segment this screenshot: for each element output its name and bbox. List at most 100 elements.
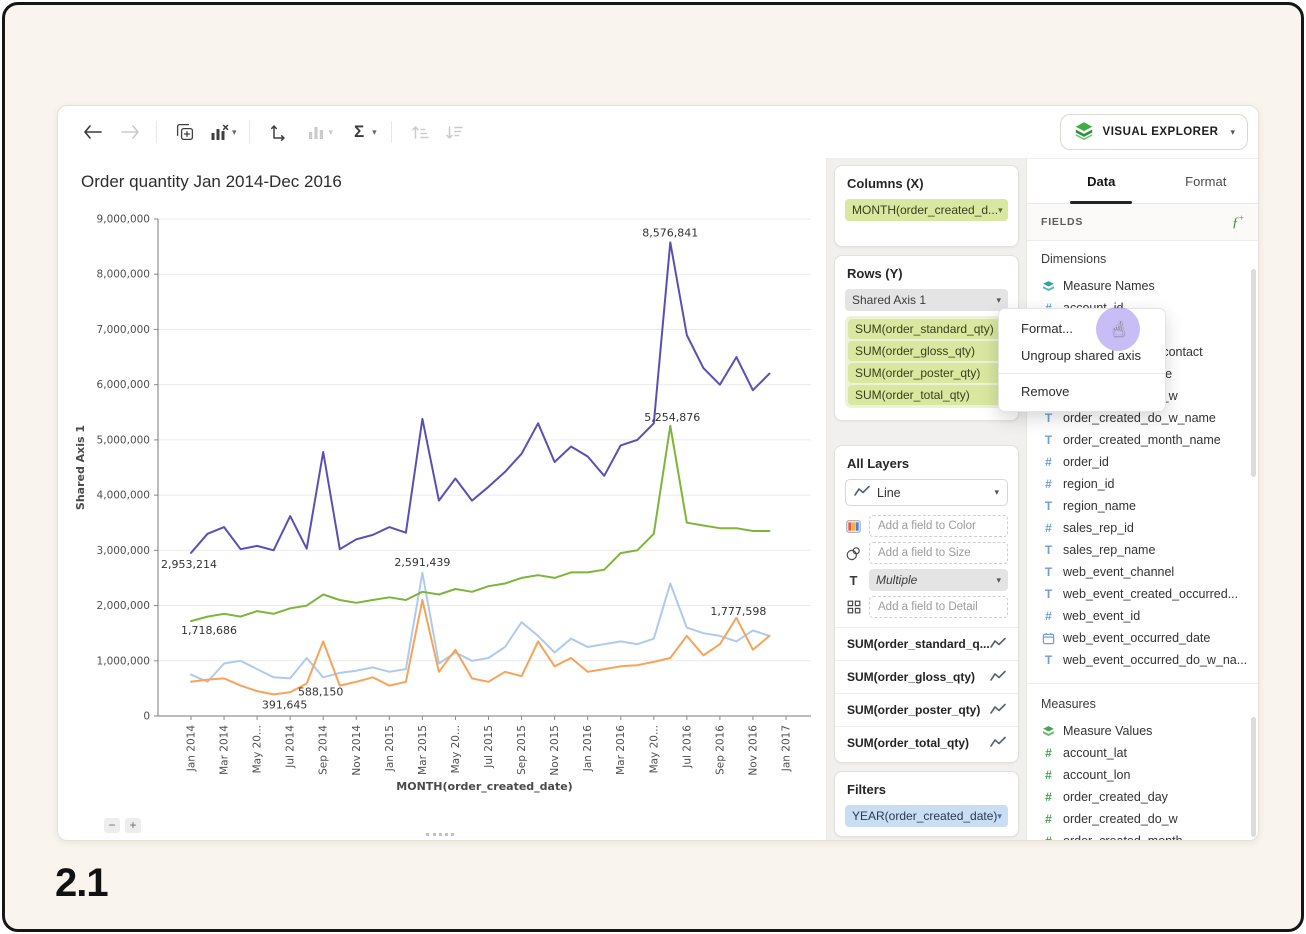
row-field-pill[interactable]: SUM(order_total_qty) — [848, 385, 1005, 405]
rows-shelf: Rows (Y) Shared Axis 1 ▾ SUM(order_stand… — [834, 255, 1019, 421]
chevron-down-icon: ▾ — [1230, 127, 1235, 138]
svg-text:5,254,876: 5,254,876 — [644, 411, 700, 424]
layer-field[interactable]: SUM(order_standard_q... — [835, 627, 1018, 660]
field-item[interactable]: #account_lat — [1027, 742, 1258, 764]
chart-type-icon[interactable] — [304, 120, 328, 144]
chevron-down-icon[interactable]: ▾ — [232, 127, 237, 138]
detail-icon — [845, 600, 862, 614]
menu-item-remove[interactable]: Remove — [999, 378, 1165, 405]
all-layers-title: All Layers — [835, 446, 1018, 479]
chevron-down-icon[interactable]: ▾ — [372, 127, 377, 138]
tab-data[interactable]: Data — [1049, 159, 1154, 203]
svg-text:8,576,841: 8,576,841 — [642, 226, 698, 239]
field-item[interactable]: #web_event_id — [1027, 605, 1258, 627]
svg-text:4,000,000: 4,000,000 — [97, 490, 150, 502]
field-item[interactable]: #account_lon — [1027, 764, 1258, 786]
visual-explorer-window: ▾ ▾ Σ ▾ VISUAL EXPLORER — [57, 105, 1259, 841]
field-item[interactable]: #order_id — [1027, 451, 1258, 473]
field-drop-zone[interactable]: Add a field to Color — [869, 515, 1008, 537]
row-field-pill[interactable]: SUM(order_standard_qty) — [848, 319, 1005, 339]
layer-field[interactable]: SUM(order_poster_qty) — [835, 693, 1018, 726]
field-item[interactable]: Tweb_event_created_occurred... — [1027, 583, 1258, 605]
field-item[interactable]: #order_created_do_w — [1027, 808, 1258, 830]
field-item[interactable]: Tweb_event_channel — [1027, 561, 1258, 583]
visual-explorer-button[interactable]: VISUAL EXPLORER ▾ — [1060, 114, 1248, 150]
text-field-pill[interactable]: Multiple▾ — [869, 569, 1008, 591]
visual-explorer-logo-icon — [1073, 120, 1095, 145]
chevron-down-icon[interactable]: ▾ — [996, 575, 1001, 586]
fields-panel: Data Format FIELDS ƒ+ Dimensions Measure… — [1026, 158, 1258, 840]
clear-visualization-icon[interactable] — [207, 120, 231, 144]
menu-item-ungroup-shared-axis[interactable]: Ungroup shared axis — [999, 342, 1165, 369]
series-SUM(order_standard_qty)[interactable] — [191, 426, 770, 621]
chevron-down-icon[interactable]: ▾ — [329, 127, 334, 138]
back-arrow-icon[interactable] — [80, 120, 104, 144]
sort-descending-icon[interactable] — [442, 120, 466, 144]
drag-handle[interactable] — [426, 833, 454, 836]
menu-item-format[interactable]: Format... — [999, 315, 1165, 342]
svg-text:Sep 2015: Sep 2015 — [516, 725, 528, 775]
menu-separator — [999, 373, 1165, 374]
aggregation-sigma-icon[interactable]: Σ — [347, 120, 371, 144]
sort-ascending-icon[interactable] — [408, 120, 432, 144]
field-item[interactable]: Tsales_rep_name — [1027, 539, 1258, 561]
toolbar-divider — [249, 121, 250, 143]
text-dim-icon: T — [1041, 653, 1056, 667]
toolbar-divider — [391, 121, 392, 143]
chevron-down-icon[interactable]: ▾ — [997, 811, 1002, 822]
field-drop-zone[interactable]: Add a field to Detail — [869, 596, 1008, 618]
svg-text:2,953,214: 2,953,214 — [161, 558, 217, 571]
columns-shelf-title: Columns (X) — [835, 166, 1018, 199]
scrollbar-thumb[interactable] — [1251, 269, 1256, 477]
field-drop-zone[interactable]: Add a field to Size — [869, 542, 1008, 564]
hash-meas-icon: # — [1041, 834, 1056, 840]
row-field-pill[interactable]: SUM(order_poster_qty) — [848, 363, 1005, 383]
chevron-down-icon[interactable]: ▾ — [998, 205, 1003, 216]
text-dim-icon: T — [1041, 499, 1056, 513]
fields-header-bar: FIELDS ƒ+ — [1027, 204, 1258, 241]
calendar-dim-icon — [1041, 632, 1056, 645]
mark-type-select[interactable]: Line ▾ — [845, 479, 1008, 506]
add-calculated-field-icon[interactable]: ƒ+ — [1232, 213, 1244, 232]
svg-text:Mar 2015: Mar 2015 — [417, 725, 429, 775]
scrollbar-thumb[interactable] — [1251, 717, 1256, 837]
columns-field-pill[interactable]: MONTH(order_created_d... ▾ — [845, 199, 1008, 221]
line-chart[interactable]: 01,000,0002,000,0003,000,0004,000,0005,0… — [58, 194, 826, 810]
duplicate-icon[interactable] — [173, 120, 197, 144]
forward-arrow-icon[interactable] — [118, 120, 142, 144]
toolbar: ▾ ▾ Σ ▾ VISUAL EXPLORER — [58, 106, 1258, 158]
field-item[interactable]: #sales_rep_id — [1027, 517, 1258, 539]
svg-text:1,777,598: 1,777,598 — [710, 605, 766, 618]
svg-text:Jul 2016: Jul 2016 — [681, 725, 693, 769]
text-dim-icon: T — [1041, 433, 1056, 447]
line-mark-icon — [990, 670, 1006, 685]
tab-format[interactable]: Format — [1154, 159, 1259, 203]
row-field-pill[interactable]: SUM(order_gloss_qty) — [848, 341, 1005, 361]
shared-axis-pill-group: SUM(order_standard_qty)SUM(order_gloss_q… — [845, 316, 1008, 408]
layer-field[interactable]: SUM(order_total_qty) — [835, 726, 1018, 759]
field-item[interactable]: Torder_created_month_name — [1027, 429, 1258, 451]
zoom-in-button[interactable]: + — [125, 818, 141, 833]
zoom-out-button[interactable]: − — [104, 818, 120, 833]
chevron-down-icon[interactable]: ▾ — [996, 295, 1001, 306]
filter-field-pill[interactable]: YEAR(order_created_date) ▾ — [845, 805, 1008, 827]
field-item[interactable]: Measure Names — [1027, 275, 1258, 297]
svg-text:Mar 2016: Mar 2016 — [615, 725, 627, 775]
series-SUM(order_total_qty)[interactable] — [191, 242, 770, 553]
swap-axes-icon[interactable] — [266, 120, 290, 144]
field-item[interactable]: Tweb_event_occurred_do_w_na... — [1027, 649, 1258, 671]
page-step-label: 2.1 — [55, 861, 108, 906]
chevron-down-icon[interactable]: ▾ — [994, 487, 999, 498]
field-item[interactable]: Tregion_name — [1027, 495, 1258, 517]
field-item[interactable]: Measure Values — [1027, 720, 1258, 742]
shared-axis-pill[interactable]: Shared Axis 1 ▾ — [845, 289, 1008, 311]
field-item[interactable]: web_event_occurred_date — [1027, 627, 1258, 649]
field-item[interactable]: #region_id — [1027, 473, 1258, 495]
layer-field[interactable]: SUM(order_gloss_qty) — [835, 660, 1018, 693]
svg-text:0: 0 — [143, 711, 150, 723]
shared-axis-label: Shared Axis 1 — [852, 293, 926, 307]
stack-teal-icon — [1041, 280, 1056, 293]
stack-green-icon — [1041, 725, 1056, 738]
field-item[interactable]: #order_created_day — [1027, 786, 1258, 808]
field-item[interactable]: #order_created_month — [1027, 830, 1258, 840]
